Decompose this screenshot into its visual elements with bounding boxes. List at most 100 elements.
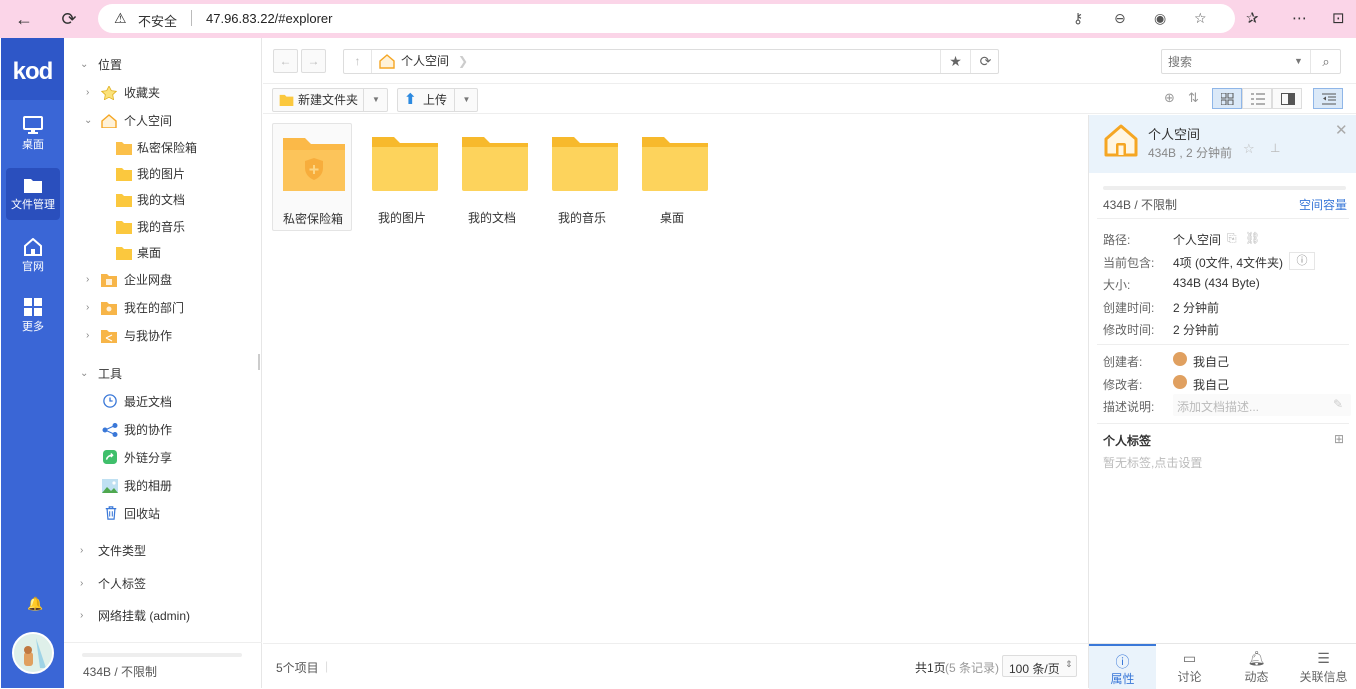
tree-tools-header[interactable]: ⌄ 工具 (64, 361, 262, 387)
tree-file-types[interactable]: › 文件类型 (64, 538, 262, 564)
splitter-handle[interactable] (258, 354, 260, 370)
tree-item-recent[interactable]: 最近文档 (64, 389, 262, 415)
star-icon[interactable]: ☆ (1243, 141, 1255, 157)
close-icon[interactable]: ✕ (1335, 121, 1348, 139)
extensions-icon[interactable]: ⋯ (1292, 9, 1307, 27)
file-item-desktop[interactable]: 桌面 (632, 123, 712, 231)
forward-button[interactable]: → (301, 49, 326, 73)
back-button[interactable]: ← (273, 49, 298, 73)
insecure-label: 不安全 (138, 14, 178, 29)
prop-contains: 当前包含: 4项 (0文件, 4文件夹) ⓘ (1103, 252, 1348, 271)
tree-item-safe[interactable]: 私密保险箱 (64, 135, 262, 161)
tree-item-department[interactable]: › 我在的部门 (64, 295, 262, 321)
folder-icon (116, 221, 132, 234)
columns-icon (1281, 93, 1295, 105)
add-tag-icon[interactable]: ⊞ (1334, 432, 1344, 446)
tab-properties[interactable]: ⓘ 属性 (1089, 644, 1156, 689)
view-split-button[interactable] (1272, 88, 1302, 109)
breadcrumb-item[interactable]: 个人空间 (401, 50, 449, 73)
tree-item-collab[interactable]: › 与我协作 (64, 323, 262, 349)
quota-link[interactable]: 空间容量 (1299, 196, 1347, 213)
favorite-star-icon[interactable]: ★ (940, 50, 970, 73)
avatar[interactable] (12, 632, 54, 674)
trash-icon (105, 506, 117, 520)
tree-item-enterprise[interactable]: › 企业网盘 (64, 267, 262, 293)
star-icon[interactable]: ☆ (1194, 10, 1207, 27)
tree-item-personal-space[interactable]: ⌄ 个人空间 (64, 108, 262, 134)
tags-empty[interactable]: 暂无标签,点击设置 (1103, 454, 1202, 471)
group-folder-icon (101, 302, 117, 315)
tab-related[interactable]: ☰ 关联信息 (1290, 644, 1356, 689)
file-item-documents[interactable]: 我的文档 (452, 123, 532, 231)
sort-icon[interactable]: ⇅ (1188, 90, 1199, 106)
translate-icon[interactable]: ◉ (1154, 10, 1166, 27)
path-toolbar: ← → ↑ 个人空间 ❯ ★ ⟳ ▼ ⌕ (263, 38, 1356, 84)
zoom-icon[interactable]: ⊖ (1114, 10, 1126, 27)
view-list-button[interactable] (1242, 88, 1272, 109)
back-icon[interactable]: ← (13, 8, 35, 30)
database-icon: ☰ (1317, 650, 1330, 666)
quota-footer: 434B / 不限制 (64, 642, 262, 688)
sidebar-icon[interactable]: ⊡ (1332, 9, 1345, 27)
nav-more[interactable]: 更多 (6, 290, 60, 342)
refresh-icon[interactable]: ⟳ (970, 50, 1000, 73)
tree-item-my-collab[interactable]: 我的协作 (64, 417, 262, 443)
description-input[interactable]: 添加文档描述... ✎ (1173, 394, 1351, 416)
new-folder-button[interactable]: 新建文件夹 ▼ (272, 88, 388, 112)
zoom-icon[interactable]: ⊕ (1164, 90, 1175, 106)
tree-item-documents[interactable]: 我的文档 (64, 187, 262, 213)
file-item-music[interactable]: 我的音乐 (542, 123, 622, 231)
bell-icon[interactable]: 🔔 (27, 596, 43, 612)
info-icon[interactable]: ⓘ (1289, 252, 1315, 270)
chevron-down-icon[interactable]: ▼ (454, 89, 478, 111)
safe-folder-icon (283, 138, 345, 191)
pin-icon[interactable]: ⊥ (1270, 141, 1280, 155)
file-item-safe[interactable]: 私密保险箱 (272, 123, 352, 231)
nav-desktop[interactable]: 桌面 (6, 108, 60, 160)
tab-activity[interactable]: 🔔︎ 动态 (1223, 644, 1290, 689)
url-text[interactable]: 47.96.83.22/#explorer (206, 11, 332, 26)
tree-item-desktop[interactable]: 桌面 (64, 240, 262, 266)
chevron-down-icon[interactable]: ▼ (1294, 56, 1303, 66)
tree-item-music[interactable]: 我的音乐 (64, 214, 262, 240)
quota-bar (1103, 186, 1346, 190)
upload-arrow-icon: ⬆ (404, 91, 417, 108)
reading-list-icon[interactable]: ✰ (1246, 9, 1259, 27)
tree-personal-tags[interactable]: › 个人标签 (64, 571, 262, 597)
tree-item-pictures[interactable]: 我的图片 (64, 161, 262, 187)
action-toolbar: 新建文件夹 ▼ ⬆ 上传 ▼ ⊕ ⇅ (263, 84, 1356, 114)
tree-item-album[interactable]: 我的相册 (64, 473, 262, 499)
nav-website[interactable]: 官网 (6, 230, 60, 282)
kod-logo[interactable]: kod (1, 58, 64, 86)
link-icon[interactable]: ⛓ (1245, 231, 1260, 245)
search-box: ▼ ⌕ (1161, 49, 1341, 74)
monitor-icon (23, 116, 43, 134)
per-page-select[interactable]: 100 条/页 ⇕ (1002, 655, 1077, 677)
address-bar[interactable]: ⚠ 不安全 47.96.83.22/#explorer ⚷ ⊖ ◉ ☆ (98, 4, 1235, 33)
tree-item-recycle[interactable]: 回收站 (64, 501, 262, 527)
tree-location-header[interactable]: ⌄ 位置 (64, 52, 262, 78)
tree-item-link-share[interactable]: 外链分享 (64, 445, 262, 471)
nav-file-manager[interactable]: 文件管理 (6, 168, 60, 220)
app-nav: kod 桌面 文件管理 官网 更多 🔔 (1, 38, 64, 688)
file-item-pictures[interactable]: 我的图片 (362, 123, 442, 231)
toggle-panel-button[interactable] (1313, 88, 1343, 109)
key-icon[interactable]: ⚷ (1073, 10, 1083, 27)
breadcrumb: ↑ 个人空间 ❯ ★ ⟳ (343, 49, 999, 74)
upload-button[interactable]: ⬆ 上传 ▼ (397, 88, 478, 112)
tab-discussion[interactable]: ▭ 讨论 (1156, 644, 1223, 689)
item-count: 5个项目 (276, 661, 319, 675)
up-icon[interactable]: ↑ (344, 50, 372, 73)
chevron-down-icon[interactable]: ▼ (363, 89, 388, 111)
copy-icon[interactable]: ⎘ (1227, 231, 1237, 246)
view-icons-button[interactable] (1212, 88, 1242, 109)
folder-icon (116, 194, 132, 207)
search-input[interactable] (1168, 53, 1288, 70)
tree-item-favorites[interactable]: › 收藏夹 (64, 80, 262, 106)
folder-tree: ⌄ 位置 › 收藏夹 ⌄ 个人空间 私密保险箱 我的图片 我的文档 我的音乐 桌… (64, 38, 262, 688)
search-icon[interactable]: ⌕ (1310, 50, 1341, 73)
panel-quota: 434B / 不限制 (1103, 198, 1178, 212)
browser-toolbar: ← ⟳ ⚠ 不安全 47.96.83.22/#explorer ⚷ ⊖ ◉ ☆ … (0, 0, 1356, 38)
reload-icon[interactable]: ⟳ (58, 8, 80, 30)
tree-network-mount[interactable]: › 网络挂载 (admin) (64, 603, 262, 629)
